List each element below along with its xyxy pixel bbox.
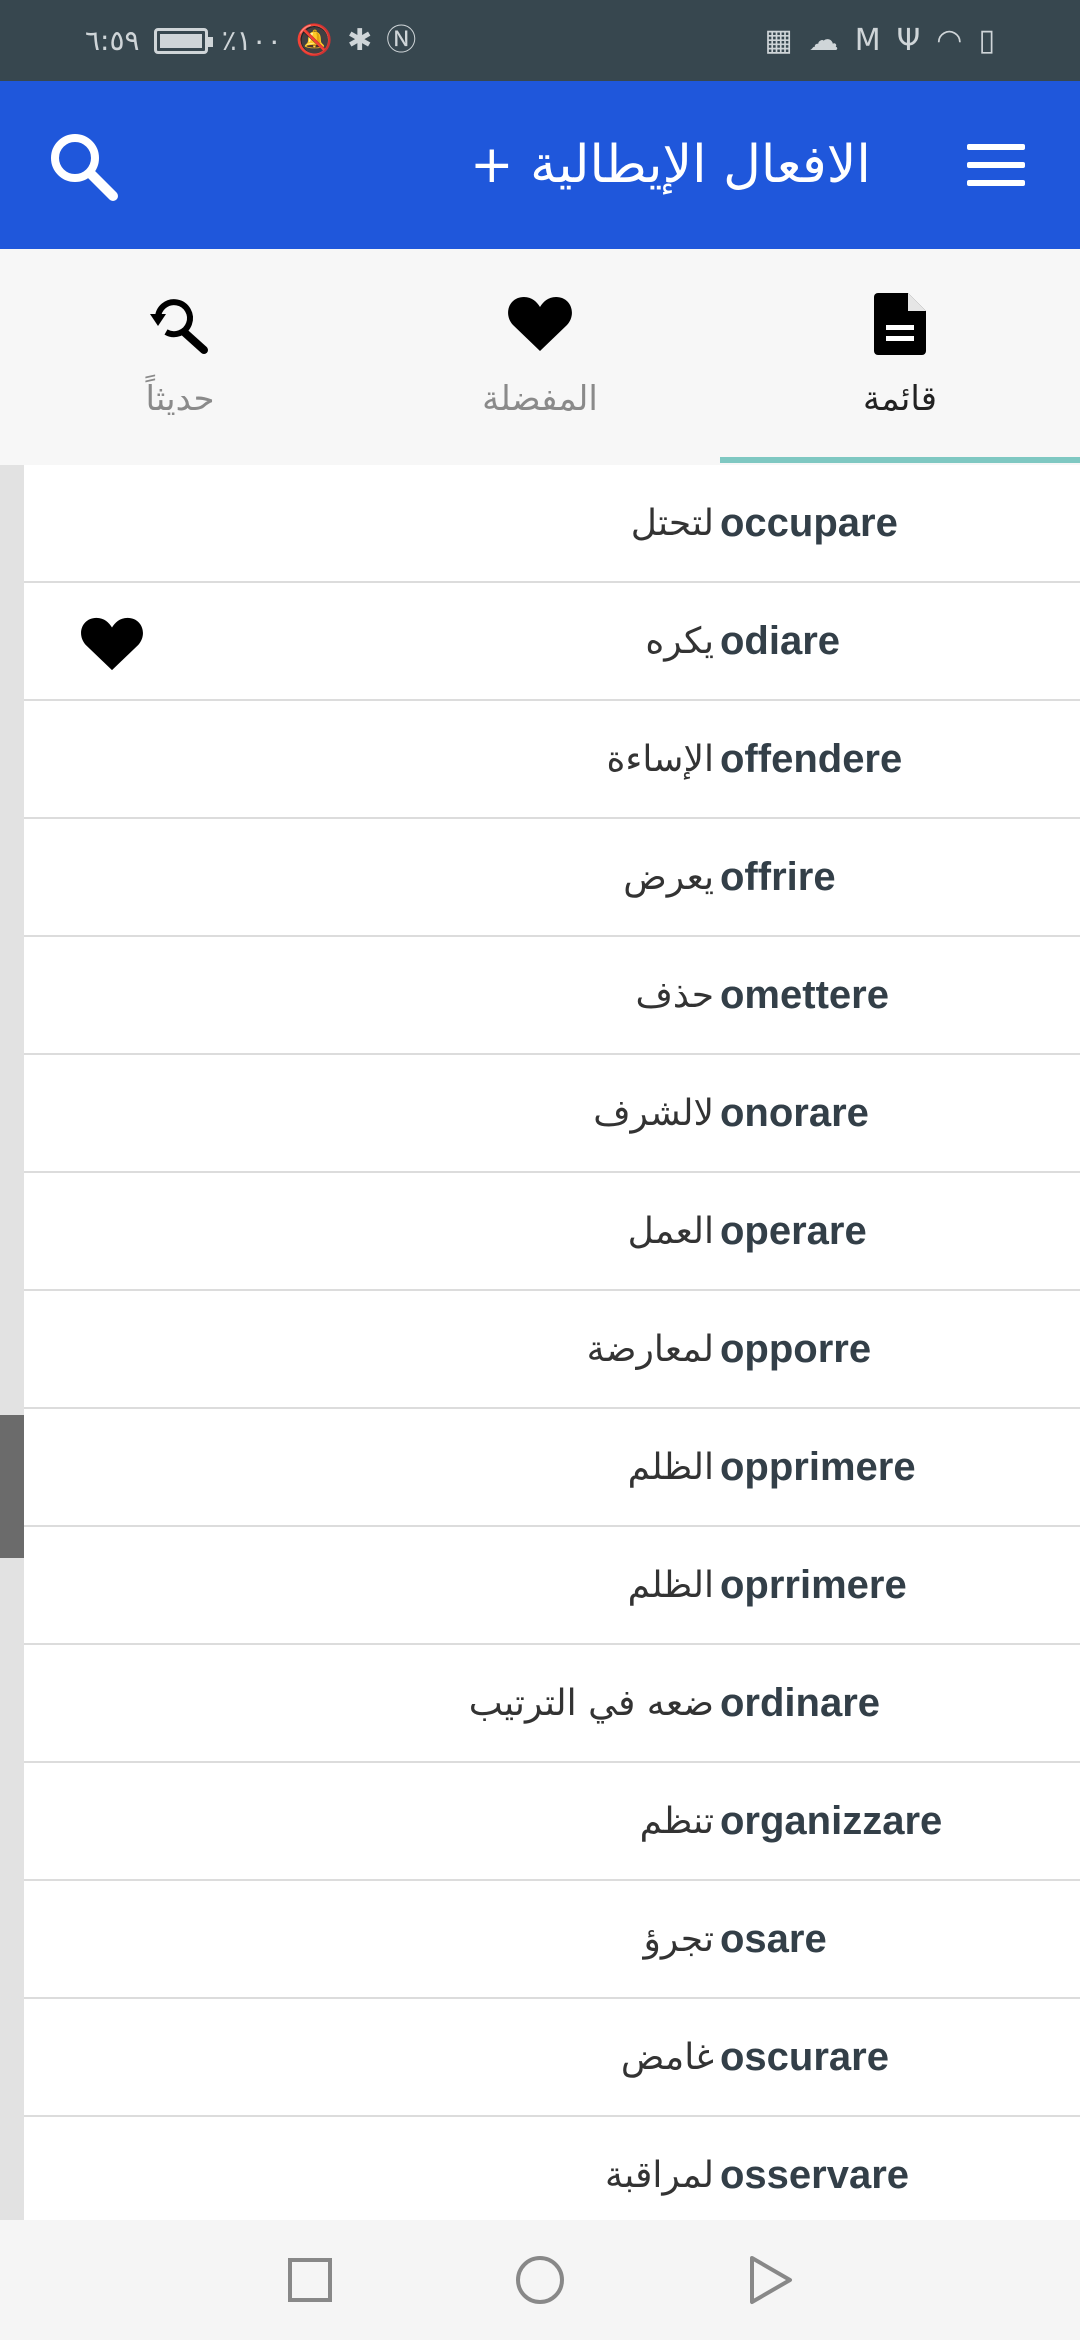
verb-meaning: لتحتل (630, 502, 714, 544)
verb-text: offrire (720, 854, 836, 899)
verb-meaning: الظلم (627, 1446, 714, 1488)
nav-bar (0, 2220, 1080, 2340)
gmail-icon: M (854, 22, 881, 58)
battery-charging-icon (153, 27, 213, 54)
home-circle-icon[interactable] (510, 2250, 570, 2310)
nfc-icon: Ⓝ (386, 22, 417, 58)
verb-meaning: الظلم (627, 1564, 714, 1606)
tab-favorites-label: المفضلة (482, 379, 598, 419)
verb-text: osservare (720, 2152, 910, 2197)
verb-meaning: تنظم (639, 1800, 714, 1842)
verb-row-opprimere[interactable]: opprimere الظلم (24, 1409, 1080, 1527)
verb-meaning: لالشرف (593, 1092, 714, 1134)
verb-text: operare (720, 1208, 867, 1253)
verb-row-oprrimere[interactable]: oprrimere الظلم (24, 1527, 1080, 1645)
verb-row-osare[interactable]: osare تجرؤ (24, 1881, 1080, 1999)
verb-text: occupare (720, 500, 898, 545)
wifi-icon: ◠ (936, 22, 963, 58)
verb-row-omettere[interactable]: omettere حذف (24, 937, 1080, 1055)
verb-row-operare[interactable]: operare العمل (24, 1173, 1080, 1291)
verb-text: opporre (720, 1326, 872, 1371)
search-icon[interactable] (45, 128, 121, 204)
verb-row-oscurare[interactable]: oscurare غامض (24, 1999, 1080, 2117)
verb-meaning: لمراقبة (604, 2154, 714, 2196)
verb-meaning: لمعارضة (586, 1328, 714, 1370)
verb-meaning: يعرض (623, 856, 714, 898)
alert-icon: ▯ (978, 22, 995, 58)
status-time: ٦:٥٩ (85, 24, 140, 57)
tab-list-label: قائمة (863, 379, 937, 419)
verb-row-osservare[interactable]: osservare لمراقبة (24, 2117, 1080, 2220)
verb-meaning: يكره (645, 620, 714, 662)
bluetooth-icon: ✱ (347, 22, 373, 58)
verb-text: opprimere (720, 1444, 916, 1489)
status-right: ▦ ☁ M Ψ ◠ ▯ (764, 0, 995, 81)
verb-text: oscurare (720, 2034, 889, 2079)
verb-text: osare (720, 1916, 827, 1961)
document-icon (874, 293, 926, 355)
verb-meaning: العمل (627, 1210, 714, 1252)
verb-text: onorare (720, 1090, 869, 1135)
tab-favorites[interactable]: المفضلة (360, 249, 720, 465)
tab-recent-label: حديثاً (145, 379, 215, 419)
cloud-icon: ☁ (808, 22, 839, 58)
menu-icon[interactable] (967, 144, 1025, 186)
verb-row-organizzare[interactable]: organizzare تنظم (24, 1763, 1080, 1881)
battery-percent: ٪١٠٠ (221, 24, 282, 57)
verb-row-ordinare[interactable]: ordinare ضعه في الترتيب (24, 1645, 1080, 1763)
verb-text: offendere (720, 736, 903, 781)
history-search-icon (150, 299, 208, 354)
bell-off-icon: 🔕 (295, 22, 334, 58)
verb-meaning: ضعه في الترتيب (468, 1682, 714, 1724)
tab-recent[interactable]: حديثاً (0, 249, 360, 465)
tab-bar: قائمة المفضلة حديثاً (0, 249, 1080, 465)
verb-meaning: غامض (620, 2036, 714, 2078)
heart-icon (508, 297, 572, 351)
verb-row-odiare[interactable]: odiare يكره (24, 583, 1080, 701)
verb-meaning: الإساءة (606, 738, 714, 780)
scrollbar-thumb[interactable] (0, 1415, 24, 1558)
app-bar: الافعال الإيطالية + (0, 81, 1080, 249)
recents-square-icon[interactable] (280, 2250, 340, 2310)
verb-meaning: حذف (635, 974, 714, 1016)
verb-list: occupare لتحتل odiare يكره offendere الإساءة o… (24, 465, 1080, 2220)
back-triangle-icon[interactable] (740, 2250, 800, 2310)
verb-text: omettere (720, 972, 889, 1017)
verb-row-offrire[interactable]: offrire يعرض (24, 819, 1080, 937)
status-left: ٦:٥٩ ٪١٠٠ 🔕 ✱ Ⓝ (85, 0, 416, 81)
calendar-icon: ▦ (764, 22, 793, 58)
verb-meaning: تجرؤ (643, 1918, 714, 1960)
favorite-heart-icon[interactable] (80, 615, 144, 673)
verb-text: ordinare (720, 1680, 881, 1725)
usb-icon: Ψ (896, 22, 921, 58)
verb-row-occupare[interactable]: occupare لتحتل (24, 465, 1080, 583)
app-title: الافعال الإيطالية + (470, 135, 871, 195)
verb-text: organizzare (720, 1798, 943, 1843)
status-bar: ٦:٥٩ ٪١٠٠ 🔕 ✱ Ⓝ ▦ ☁ M Ψ ◠ ▯ (0, 0, 1080, 81)
verb-row-onorare[interactable]: onorare لالشرف (24, 1055, 1080, 1173)
verb-text: oprrimere (720, 1562, 907, 1607)
active-tab-indicator (720, 457, 1080, 463)
tab-list[interactable]: قائمة (720, 249, 1080, 465)
scrollbar-track[interactable] (0, 465, 24, 2220)
verb-row-opporre[interactable]: opporre لمعارضة (24, 1291, 1080, 1409)
verb-text: odiare (720, 618, 841, 663)
verb-row-offendere[interactable]: offendere الإساءة (24, 701, 1080, 819)
